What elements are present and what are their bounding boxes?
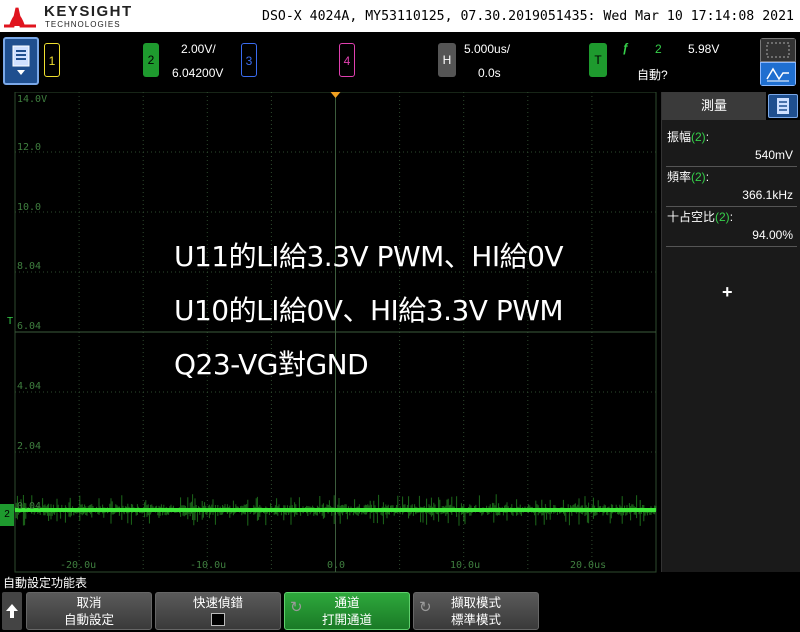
y-tick-label: 10.0 <box>17 202 42 213</box>
trigger-level[interactable]: 5.98V <box>688 42 719 56</box>
softkey-label: 快速偵錯 <box>192 596 243 610</box>
y-tick-label: 6.04 <box>17 321 42 332</box>
measurement-value: 366.1kHz <box>742 188 793 202</box>
y-tick-label: 4.04 <box>17 381 42 392</box>
divider <box>666 246 797 247</box>
add-measurement-button[interactable]: + <box>722 282 733 303</box>
rising-edge-icon: ƒ <box>622 41 629 55</box>
channel-2-scale[interactable]: 2.00V/ <box>181 42 216 56</box>
annotation-line-1: U11的LI給3.3V PWM、HI給0V <box>174 240 564 273</box>
horizontal-button[interactable]: H <box>438 43 456 77</box>
fast-debug-checkbox[interactable] <box>211 613 225 626</box>
channel-3-button[interactable]: 3 <box>241 43 257 77</box>
x-tick-label: 0.0 <box>327 560 346 571</box>
softkey-label: 打開通道 <box>321 613 372 627</box>
trigger-position-marker <box>330 92 341 98</box>
x-tick-label: -10.0u <box>190 560 227 571</box>
y-tick-label: 14.0V <box>17 94 48 105</box>
rotate-knob-icon: ↻ <box>419 599 432 616</box>
waveform-icon <box>760 62 796 86</box>
tab-measurements[interactable]: 測量 <box>662 92 766 120</box>
measurement-value: 540mV <box>754 148 793 162</box>
horizontal-delay[interactable]: 0.0s <box>478 66 501 80</box>
back-button[interactable] <box>2 592 22 630</box>
channel-2-button[interactable]: 2 <box>143 43 159 77</box>
measurements-panel: 測量 振幅(2): 540mV 頻率(2): 366.1kHz 十占空比(2):… <box>661 92 800 572</box>
channel-1-button[interactable]: 1 <box>44 43 60 77</box>
keysight-wave-icon <box>4 7 36 28</box>
acquire-mode-button[interactable]: ↻ 擷取模式 標準模式 <box>413 592 539 630</box>
keysight-logo: KEYSIGHT TECHNOLOGIES <box>4 2 134 30</box>
device-info: DSO-X 4024A, MY53110125, 07.30.201905143… <box>262 9 794 24</box>
x-tick-label: 10.0u <box>450 560 481 571</box>
control-bar <box>0 32 800 92</box>
y-tick-label: 0.04 <box>17 501 42 512</box>
waveform-display[interactable]: 14.0V 12.0 10.0 8.04 6.04 4.04 2.04 0.04… <box>0 92 660 576</box>
softkey-label: 自動設定 <box>63 613 114 627</box>
measurements-list: 振幅(2): 540mV 頻率(2): 366.1kHz 十占空比(2): 94… <box>662 120 800 572</box>
menu-title: 自動設定功能表 <box>3 576 88 590</box>
brand-name: KEYSIGHT <box>44 3 133 20</box>
horizontal-scale[interactable]: 5.000us/ <box>464 42 510 56</box>
measurement-label: 十占空比(2): <box>667 210 734 224</box>
ground-marker[interactable]: 2 <box>0 504 14 526</box>
channel-2-offset[interactable]: 6.04200V <box>172 66 223 80</box>
trigger-mode[interactable]: 自動? <box>637 66 668 83</box>
y-tick-label: 2.04 <box>17 441 42 452</box>
channels-button[interactable]: ↻ 通道 打開通道 <box>284 592 410 630</box>
softkey-label: 標準模式 <box>450 613 501 627</box>
divider <box>666 166 797 167</box>
brand-subtitle: TECHNOLOGIES <box>45 20 121 29</box>
menu-icon <box>12 45 30 75</box>
measurement-label: 頻率(2): <box>667 170 710 184</box>
softkey-label: 通道 <box>334 596 360 610</box>
main-menu-button[interactable] <box>3 37 39 85</box>
measurement-label: 振幅(2): <box>667 130 710 144</box>
annotation-line-2: U10的LI給0V、HI給3.3V PWM <box>174 294 564 327</box>
fast-debug-button[interactable]: 快速偵錯 <box>155 592 281 630</box>
annotation-text: U11的LI給3.3V PWM、HI給0V U10的LI給0V、HI給3.3V … <box>174 230 564 392</box>
x-tick-label: 20.0us <box>570 560 607 571</box>
divider <box>666 206 797 207</box>
panel-list-icon[interactable] <box>768 94 798 118</box>
up-arrow-icon <box>6 604 18 618</box>
annotation-line-3: Q23-VG對GND <box>174 348 369 381</box>
trigger-level-marker: T <box>7 316 14 327</box>
dotted-frame-icon <box>760 38 796 62</box>
title-bar: KEYSIGHT TECHNOLOGIES DSO-X 4024A, MY531… <box>0 0 800 32</box>
channel-4-button[interactable]: 4 <box>339 43 355 77</box>
y-tick-label: 12.0 <box>17 142 42 153</box>
softkey-label: 擷取模式 <box>450 596 501 610</box>
softkey-label: 取消 <box>76 596 102 610</box>
auto-scale-button[interactable] <box>760 38 796 86</box>
trigger-source[interactable]: 2 <box>655 42 662 56</box>
x-tick-label: -20.0u <box>60 560 97 571</box>
cancel-autoscale-button[interactable]: 取消 自動設定 <box>26 592 152 630</box>
measurement-value: 94.00% <box>752 228 793 242</box>
trigger-button[interactable]: T <box>589 43 607 77</box>
y-tick-label: 8.04 <box>17 261 42 272</box>
rotate-knob-icon: ↻ <box>290 599 303 616</box>
